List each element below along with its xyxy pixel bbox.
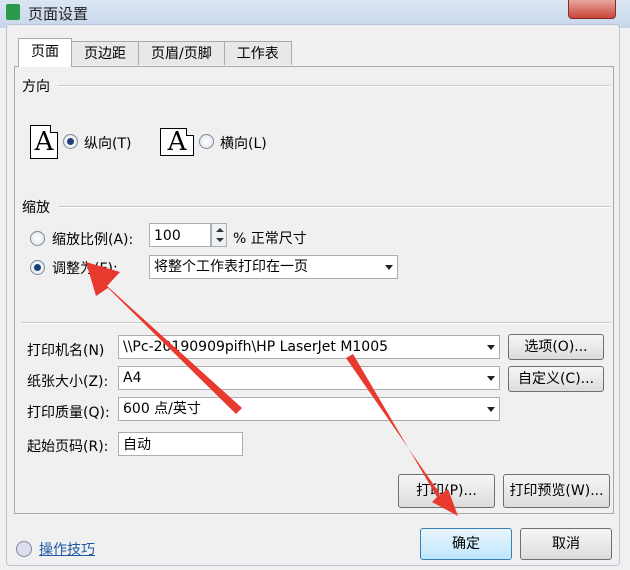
start-page-input[interactable]: 自动 <box>118 432 243 456</box>
printer-options-button[interactable]: 选项(O)... <box>508 334 604 360</box>
tab-strip: 页面 页边距 页眉/页脚 工作表 <box>18 38 292 67</box>
scaling-divider <box>58 206 610 208</box>
scale-ratio-label[interactable]: 缩放比例(A): <box>52 229 133 249</box>
scale-ratio-suffix: % 正常尺寸 <box>233 231 307 247</box>
chevron-down-icon <box>385 265 393 270</box>
paper-size-label: 纸张大小(Z): <box>27 374 109 390</box>
print-quality-label: 打印质量(Q): <box>27 405 110 421</box>
tips-icon <box>16 541 32 557</box>
start-page-label: 起始页码(R): <box>27 439 109 455</box>
landscape-radio[interactable] <box>199 134 214 149</box>
scaling-section-label: 缩放 <box>22 200 50 216</box>
printer-name-label: 打印机名(N) <box>27 343 105 359</box>
printer-name-select[interactable]: \\Pc-20190909pifh\HP LaserJet M1005 <box>118 335 500 359</box>
printer-divider <box>22 322 610 324</box>
printer-name-value: \\Pc-20190909pifh\HP LaserJet M1005 <box>123 339 389 355</box>
scale-ratio-input[interactable]: 100 <box>149 223 211 247</box>
chevron-down-icon <box>487 376 495 381</box>
print-button[interactable]: 打印(P)... <box>398 474 495 508</box>
orientation-section-label: 方向 <box>22 79 50 95</box>
custom-paper-button[interactable]: 自定义(C)... <box>508 366 604 392</box>
orientation-divider <box>58 85 610 87</box>
chevron-down-icon <box>487 345 495 350</box>
landscape-page-icon: A <box>160 128 194 156</box>
app-icon <box>6 4 20 20</box>
tab-margins[interactable]: 页边距 <box>71 41 139 65</box>
tab-header-footer[interactable]: 页眉/页脚 <box>138 41 225 65</box>
spin-up-icon[interactable] <box>216 228 224 232</box>
spin-down-icon[interactable] <box>216 238 224 242</box>
fit-to-label[interactable]: 调整为(F): <box>52 258 118 278</box>
portrait-label[interactable]: 纵向(T) <box>84 133 131 153</box>
chevron-down-icon <box>487 407 495 412</box>
tab-sheet[interactable]: 工作表 <box>223 41 292 65</box>
landscape-label[interactable]: 横向(L) <box>220 133 267 153</box>
print-quality-value: 600 点/英寸 <box>123 401 201 417</box>
close-button[interactable] <box>568 0 616 19</box>
portrait-page-icon: A <box>30 125 58 159</box>
scale-ratio-spinner[interactable] <box>211 223 227 247</box>
paper-size-select[interactable]: A4 <box>118 366 500 390</box>
portrait-radio[interactable] <box>63 134 78 149</box>
tab-page[interactable]: 页面 <box>18 38 72 67</box>
fit-to-radio[interactable] <box>30 260 45 275</box>
scale-ratio-radio[interactable] <box>30 231 45 246</box>
ok-button[interactable]: 确定 <box>420 528 512 560</box>
window-title: 页面设置 <box>28 5 89 23</box>
tips-link[interactable]: 操作技巧 <box>39 539 95 559</box>
fit-to-select[interactable]: 将整个工作表打印在一页 <box>149 255 398 279</box>
print-preview-button[interactable]: 打印预览(W)... <box>503 474 610 508</box>
paper-size-value: A4 <box>123 370 142 386</box>
cancel-button[interactable]: 取消 <box>520 528 612 560</box>
print-quality-select[interactable]: 600 点/英寸 <box>118 397 500 421</box>
fit-to-select-value: 将整个工作表打印在一页 <box>154 259 308 275</box>
